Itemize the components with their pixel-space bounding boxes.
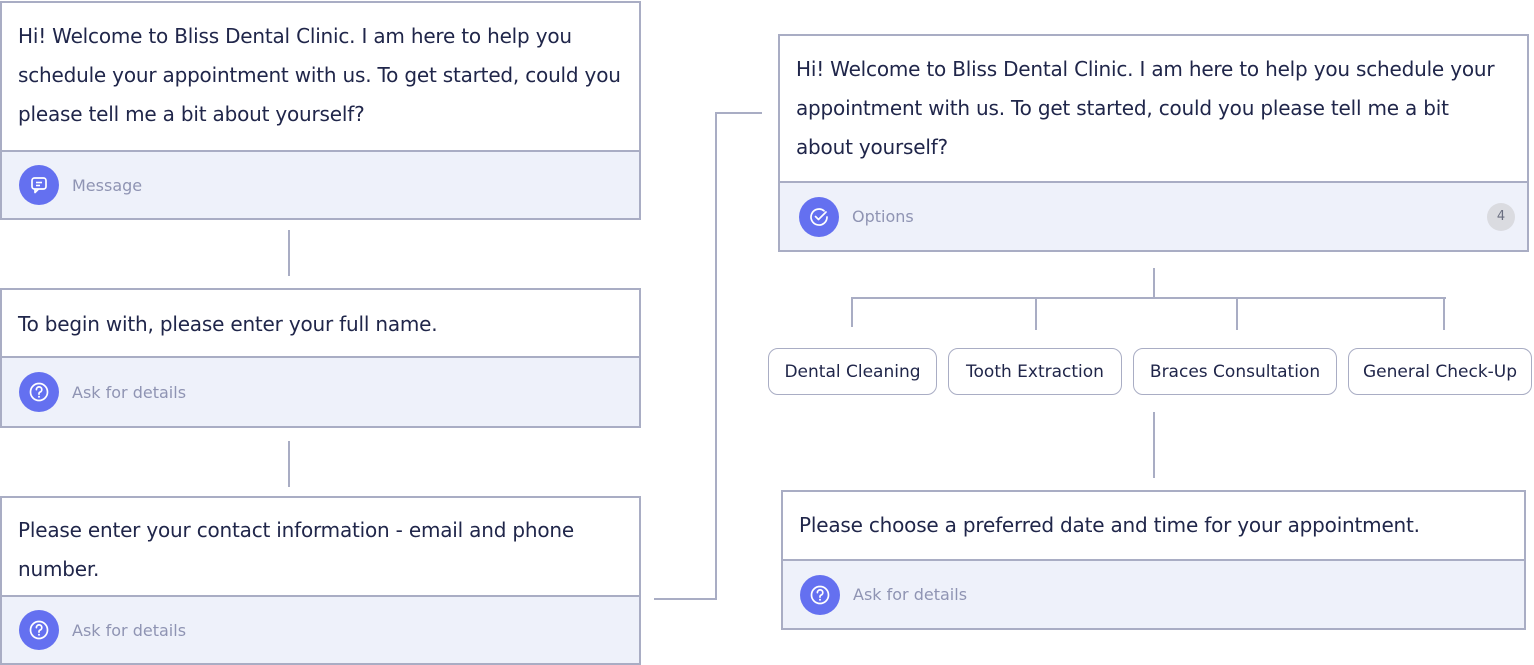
connector-line bbox=[654, 598, 717, 600]
options-count-badge: 4 bbox=[1487, 202, 1515, 231]
ask-node-date-time[interactable]: Please choose a preferred date and time … bbox=[781, 490, 1526, 630]
node-type-label: Options bbox=[852, 207, 914, 226]
connector-line bbox=[1236, 297, 1238, 330]
connector-line bbox=[851, 297, 1446, 299]
options-node-welcome[interactable]: Hi! Welcome to Bliss Dental Clinic. I am… bbox=[778, 34, 1529, 252]
connector-line bbox=[715, 112, 717, 600]
connector-line bbox=[851, 297, 853, 327]
connector-line bbox=[1153, 412, 1155, 478]
question-circle-icon bbox=[800, 574, 840, 615]
node-footer: Ask for details bbox=[2, 595, 639, 663]
connector-line bbox=[1443, 297, 1445, 330]
check-circle-icon bbox=[799, 196, 839, 237]
message-node-welcome[interactable]: Hi! Welcome to Bliss Dental Clinic. I am… bbox=[0, 1, 641, 220]
option-dental-cleaning[interactable]: Dental Cleaning bbox=[768, 348, 937, 395]
node-footer: Options 4 bbox=[780, 181, 1527, 250]
node-text: To begin with, please enter your full na… bbox=[18, 312, 438, 336]
connector-line bbox=[288, 441, 290, 487]
option-tooth-extraction[interactable]: Tooth Extraction bbox=[948, 348, 1122, 395]
option-general-check-up[interactable]: General Check-Up bbox=[1348, 348, 1532, 395]
option-braces-consultation[interactable]: Braces Consultation bbox=[1133, 348, 1337, 395]
connector-line bbox=[1153, 268, 1155, 299]
node-type-label: Ask for details bbox=[72, 382, 187, 402]
connector-line bbox=[715, 112, 762, 114]
node-footer: Ask for details bbox=[783, 559, 1524, 628]
node-footer: Ask for details bbox=[2, 356, 639, 426]
node-text: Please choose a preferred date and time … bbox=[799, 513, 1420, 537]
question-circle-icon bbox=[19, 610, 59, 650]
node-type-label: Ask for details bbox=[853, 585, 968, 604]
question-circle-icon bbox=[19, 372, 59, 412]
node-text: Hi! Welcome to Bliss Dental Clinic. I am… bbox=[796, 57, 1495, 159]
chat-bubble-icon bbox=[19, 165, 59, 205]
node-footer: Message bbox=[2, 150, 639, 218]
node-type-label: Message bbox=[72, 175, 143, 195]
connector-line bbox=[288, 230, 290, 276]
connector-line bbox=[1035, 297, 1037, 330]
node-type-label: Ask for details bbox=[72, 620, 187, 640]
ask-node-full-name[interactable]: To begin with, please enter your full na… bbox=[0, 288, 641, 428]
ask-node-contact-info[interactable]: Please enter your contact information - … bbox=[0, 496, 641, 665]
node-text: Hi! Welcome to Bliss Dental Clinic. I am… bbox=[18, 24, 621, 126]
node-text: Please enter your contact information - … bbox=[18, 518, 574, 581]
